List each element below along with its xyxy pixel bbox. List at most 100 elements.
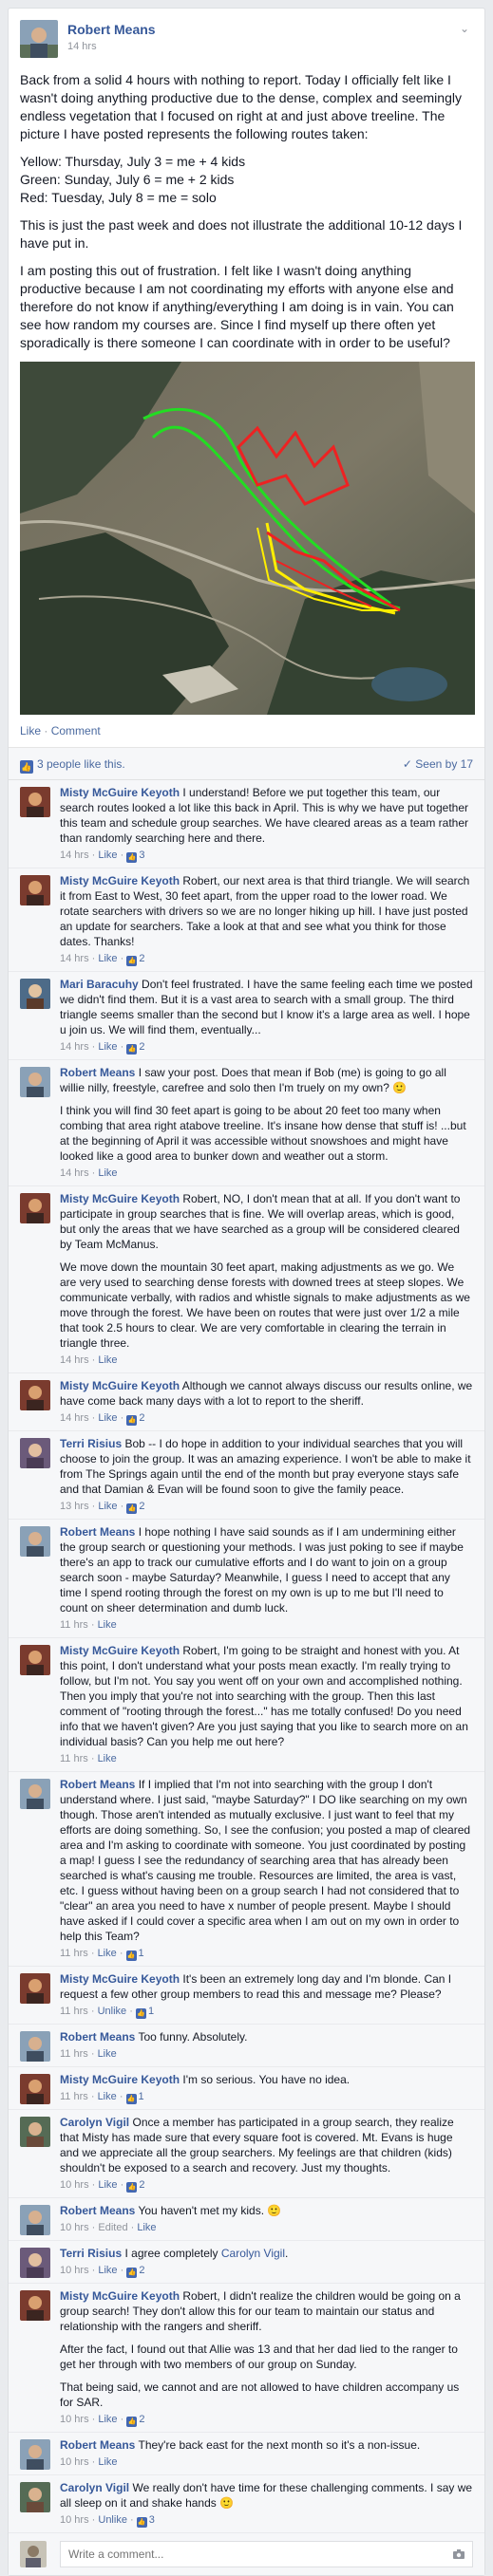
commenter-avatar[interactable] bbox=[20, 787, 50, 817]
comment-time[interactable]: 11 hrs bbox=[60, 1948, 88, 1959]
comment-time[interactable]: 11 hrs bbox=[60, 2091, 88, 2102]
comment-like-link[interactable]: Like bbox=[98, 1619, 117, 1631]
commenter-name[interactable]: Misty McGuire Keyoth bbox=[60, 874, 180, 887]
comment-time[interactable]: 10 hrs bbox=[60, 2179, 89, 2191]
commenter-name[interactable]: Robert Means bbox=[60, 2204, 135, 2217]
comment-like-count[interactable]: 👍 3 bbox=[136, 2514, 155, 2528]
comment-like-count[interactable]: 👍 3 bbox=[126, 849, 144, 863]
comment-like-link[interactable]: Like bbox=[98, 2456, 117, 2468]
like-count[interactable]: 1 bbox=[148, 2006, 154, 2017]
commenter-name[interactable]: Terri Risius bbox=[60, 2247, 122, 2260]
comment-like-link[interactable]: Like bbox=[98, 2091, 117, 2102]
camera-icon[interactable] bbox=[452, 2548, 465, 2560]
commenter-name[interactable]: Carolyn Vigil bbox=[60, 2481, 129, 2494]
commenter-name[interactable]: Mari Baracuhy bbox=[60, 978, 139, 991]
comment-like-count[interactable]: 👍 2 bbox=[126, 1041, 144, 1055]
commenter-avatar[interactable] bbox=[20, 2482, 50, 2512]
comment-like-link[interactable]: Like bbox=[98, 1412, 117, 1424]
like-count[interactable]: 2 bbox=[139, 2265, 144, 2276]
tagged-user[interactable]: Carolyn Vigil bbox=[221, 2247, 285, 2260]
commenter-avatar[interactable] bbox=[20, 2074, 50, 2104]
comment-time[interactable]: 13 hrs bbox=[60, 1501, 89, 1512]
like-count[interactable]: 2 bbox=[139, 1041, 144, 1053]
comment-time[interactable]: 11 hrs bbox=[60, 1753, 88, 1764]
commenter-avatar[interactable] bbox=[20, 1067, 50, 1097]
commenter-name[interactable]: Misty McGuire Keyoth bbox=[60, 1379, 180, 1392]
commenter-name[interactable]: Misty McGuire Keyoth bbox=[60, 786, 180, 799]
commenter-avatar[interactable] bbox=[20, 2205, 50, 2235]
commenter-name[interactable]: Robert Means bbox=[60, 2438, 135, 2452]
comment-like-link[interactable]: Unlike bbox=[98, 2006, 127, 2017]
commenter-avatar[interactable] bbox=[20, 1526, 50, 1557]
commenter-avatar[interactable] bbox=[20, 1973, 50, 2004]
commenter-avatar[interactable] bbox=[20, 1779, 50, 1809]
commenter-avatar[interactable] bbox=[20, 1193, 50, 1223]
commenter-avatar[interactable] bbox=[20, 1380, 50, 1410]
comment-like-link[interactable]: Like bbox=[98, 1041, 117, 1053]
commenter-avatar[interactable] bbox=[20, 2439, 50, 2470]
comment-like-count[interactable]: 👍 2 bbox=[126, 2265, 144, 2278]
likes-count-text[interactable]: 3 people like this. bbox=[37, 757, 125, 771]
like-count[interactable]: 3 bbox=[139, 849, 144, 861]
commenter-avatar[interactable] bbox=[20, 1438, 50, 1468]
comment-time[interactable]: 10 hrs bbox=[60, 2222, 89, 2233]
comment-time[interactable]: 11 hrs bbox=[60, 2006, 88, 2017]
comment-like-count[interactable]: 👍 2 bbox=[126, 2414, 144, 2427]
like-count[interactable]: 1 bbox=[139, 1948, 144, 1959]
post-timestamp[interactable]: 14 hrs bbox=[67, 41, 97, 52]
comment-time[interactable]: 10 hrs bbox=[60, 2456, 89, 2468]
comment-like-link[interactable]: Like bbox=[98, 1501, 117, 1512]
commenter-name[interactable]: Misty McGuire Keyoth bbox=[60, 1644, 180, 1657]
commenter-avatar[interactable] bbox=[20, 1645, 50, 1675]
author-avatar[interactable] bbox=[20, 20, 58, 58]
seen-by[interactable]: ✓ Seen by 17 bbox=[403, 757, 473, 771]
comment-like-count[interactable]: 👍 2 bbox=[126, 2179, 144, 2193]
like-count[interactable]: 2 bbox=[139, 2414, 144, 2425]
comment-time[interactable]: 14 hrs bbox=[60, 1354, 89, 1366]
comment-like-link[interactable]: Unlike bbox=[98, 2514, 127, 2526]
like-count[interactable]: 2 bbox=[139, 953, 144, 964]
chevron-down-icon[interactable]: ⌄ bbox=[456, 20, 473, 37]
comment-like-link[interactable]: Like bbox=[137, 2222, 156, 2233]
comment-link[interactable]: Comment bbox=[51, 724, 101, 737]
likes-summary[interactable]: 👍 3 people like this. bbox=[20, 757, 125, 774]
comment-like-link[interactable]: Like bbox=[98, 1167, 117, 1179]
comment-input[interactable] bbox=[60, 2541, 473, 2567]
like-count[interactable]: 3 bbox=[149, 2514, 155, 2526]
commenter-avatar[interactable] bbox=[20, 2290, 50, 2321]
comment-time[interactable]: 14 hrs bbox=[60, 1041, 89, 1053]
commenter-name[interactable]: Misty McGuire Keyoth bbox=[60, 1972, 180, 1986]
comment-time[interactable]: 11 hrs bbox=[60, 2048, 88, 2060]
comment-like-link[interactable]: Like bbox=[98, 2265, 117, 2276]
commenter-avatar[interactable] bbox=[20, 2031, 50, 2062]
comment-time[interactable]: 10 hrs bbox=[60, 2514, 89, 2526]
comment-like-count[interactable]: 👍 1 bbox=[125, 2091, 144, 2104]
seen-by-text[interactable]: Seen by 17 bbox=[415, 757, 473, 771]
comment-like-count[interactable]: 👍 2 bbox=[126, 1501, 144, 1514]
comment-like-count[interactable]: 👍 2 bbox=[126, 953, 144, 966]
comment-time[interactable]: 14 hrs bbox=[60, 1167, 89, 1179]
comment-time[interactable]: 14 hrs bbox=[60, 849, 89, 861]
like-link[interactable]: Like bbox=[20, 724, 41, 737]
commenter-avatar[interactable] bbox=[20, 875, 50, 905]
commenter-name[interactable]: Misty McGuire Keyoth bbox=[60, 2289, 180, 2303]
comment-like-count[interactable]: 👍 1 bbox=[125, 1948, 144, 1961]
commenter-name[interactable]: Carolyn Vigil bbox=[60, 2116, 129, 2129]
commenter-name[interactable]: Misty McGuire Keyoth bbox=[60, 2073, 180, 2086]
commenter-name[interactable]: Terri Risius bbox=[60, 1437, 122, 1450]
comment-like-link[interactable]: Like bbox=[98, 1753, 117, 1764]
commenter-name[interactable]: Misty McGuire Keyoth bbox=[60, 1192, 180, 1205]
commenter-avatar[interactable] bbox=[20, 2117, 50, 2147]
edited-label[interactable]: Edited bbox=[98, 2222, 127, 2233]
comment-time[interactable]: 10 hrs bbox=[60, 2414, 89, 2425]
commenter-name[interactable]: Robert Means bbox=[60, 1778, 135, 1791]
comment-like-link[interactable]: Like bbox=[98, 2179, 117, 2191]
post-author-name[interactable]: Robert Means bbox=[67, 22, 156, 37]
comment-like-link[interactable]: Like bbox=[98, 2414, 117, 2425]
comment-like-link[interactable]: Like bbox=[98, 849, 117, 861]
commenter-name[interactable]: Robert Means bbox=[60, 1525, 135, 1539]
like-count[interactable]: 2 bbox=[139, 1412, 144, 1424]
commenter-avatar[interactable] bbox=[20, 979, 50, 1009]
comment-like-link[interactable]: Like bbox=[98, 2048, 117, 2060]
comment-time[interactable]: 11 hrs bbox=[60, 1619, 88, 1631]
